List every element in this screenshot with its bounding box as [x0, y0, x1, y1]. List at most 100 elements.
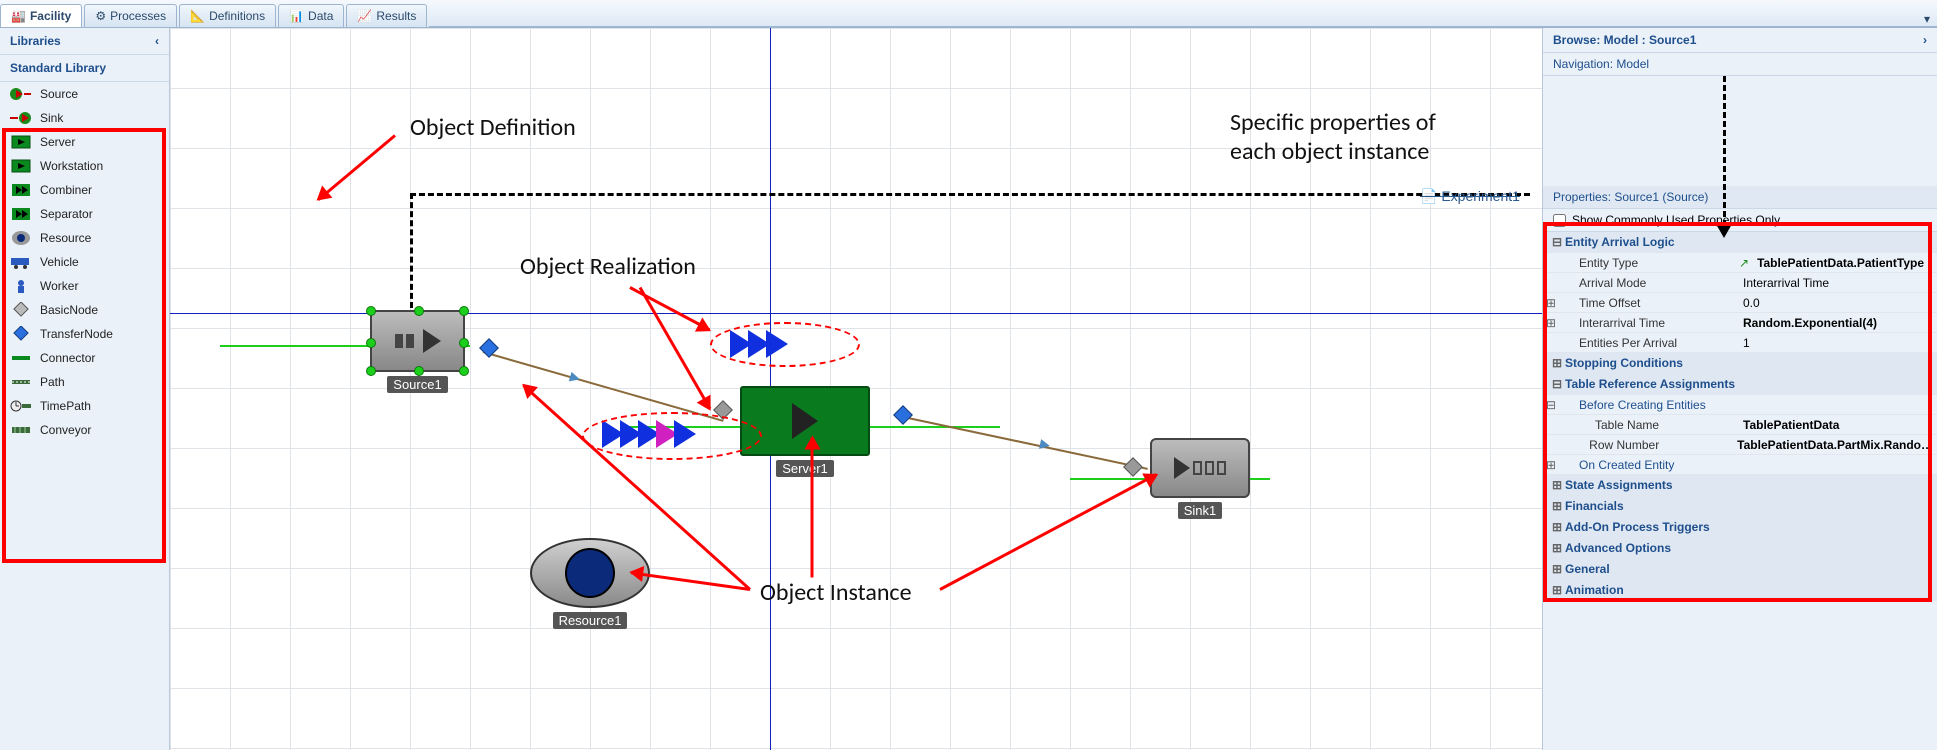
expand-icon[interactable]: ⊞ — [1549, 583, 1565, 597]
lib-path[interactable]: Path — [0, 370, 169, 394]
tabbar-dropdown[interactable]: ▾ — [1917, 12, 1937, 27]
prop-entities-per: Entities Per Arrival — [1559, 334, 1739, 352]
lib-combiner-label: Combiner — [40, 183, 92, 197]
prop-arrival-mode-value[interactable]: Interarrival Time — [1739, 274, 1937, 292]
source-node[interactable]: Source1 — [370, 310, 465, 393]
browse-header[interactable]: Browse: Model : Source1 › — [1543, 28, 1937, 53]
expand-icon[interactable]: ⊞ — [1549, 356, 1565, 370]
prop-row-number-value[interactable]: TablePatientData.PartMix.Rando… — [1733, 436, 1937, 454]
dashed-callout-h — [410, 193, 1530, 196]
libraries-title: Libraries — [10, 34, 61, 48]
show-common-checkbox-row[interactable]: Show Commonly Used Properties Only — [1543, 209, 1937, 232]
source-icon — [10, 86, 32, 102]
navigation-header[interactable]: Navigation: Model — [1543, 53, 1937, 76]
tab-definitions[interactable]: 📐 Definitions — [179, 4, 276, 27]
tab-definitions-label: Definitions — [209, 9, 265, 23]
show-common-label: Show Commonly Used Properties Only — [1572, 213, 1780, 227]
source-label: Source1 — [387, 376, 447, 393]
realization-lower — [602, 420, 696, 448]
lib-source-label: Source — [40, 87, 78, 101]
facility-icon: 🏭 — [11, 9, 26, 23]
prop-table-name-value[interactable]: TablePatientData — [1739, 416, 1937, 434]
properties-grid[interactable]: ⊟Entity Arrival Logic Entity Type↗TableP… — [1543, 232, 1937, 750]
combiner-icon — [10, 182, 32, 198]
lib-combiner[interactable]: Combiner — [0, 178, 169, 202]
libraries-sidebar: Libraries ‹ Standard Library Source Sink… — [0, 28, 170, 750]
resource-label: Resource1 — [553, 612, 628, 629]
prop-row-number: Row Number — [1553, 436, 1733, 454]
section-advanced: Advanced Options — [1565, 541, 1671, 555]
tab-results[interactable]: 📈 Results — [346, 4, 427, 27]
tab-data[interactable]: 📊 Data — [278, 4, 344, 27]
lib-conveyor[interactable]: Conveyor — [0, 418, 169, 442]
collapse-icon[interactable]: ⊟ — [1549, 235, 1565, 249]
tab-processes[interactable]: ⚙ Processes — [84, 4, 177, 27]
basicnode-icon — [10, 302, 32, 318]
lib-separator[interactable]: Separator — [0, 202, 169, 226]
prop-time-offset: Time Offset — [1559, 294, 1739, 312]
expand-icon[interactable]: ⊞ — [1549, 499, 1565, 513]
prop-table-name: Table Name — [1559, 416, 1739, 434]
lib-worker-label: Worker — [40, 279, 78, 293]
lib-vehicle[interactable]: Vehicle — [0, 250, 169, 274]
collapse-icon[interactable]: ⊟ — [1543, 398, 1559, 412]
lib-timepath[interactable]: TimePath — [0, 394, 169, 418]
show-common-checkbox[interactable] — [1553, 214, 1566, 227]
model-canvas[interactable]: Source1 Server1 Sink1 Resource1 — [170, 28, 1542, 750]
definitions-icon: 📐 — [190, 9, 205, 23]
standard-library-section[interactable]: Standard Library — [0, 55, 169, 82]
path2-arrow — [1039, 439, 1051, 451]
section-general: General — [1565, 562, 1610, 576]
path-icon — [10, 374, 32, 390]
experiment-label: 📄 Experiment1 — [1420, 188, 1520, 205]
section-financials: Financials — [1565, 499, 1624, 513]
lib-workstation[interactable]: Workstation — [0, 154, 169, 178]
expand-icon[interactable]: ⊞ — [1549, 562, 1565, 576]
tab-facility[interactable]: 🏭 Facility — [0, 4, 82, 27]
libraries-header[interactable]: Libraries ‹ — [0, 28, 169, 55]
lib-connector[interactable]: Connector — [0, 346, 169, 370]
lib-basicnode-label: BasicNode — [40, 303, 98, 317]
workstation-icon — [10, 158, 32, 174]
lib-worker[interactable]: Worker — [0, 274, 169, 298]
section-stopping: Stopping Conditions — [1565, 356, 1683, 370]
main-tabbar: 🏭 Facility ⚙ Processes 📐 Definitions 📊 D… — [0, 0, 1937, 28]
collapse-icon[interactable]: ⊟ — [1549, 377, 1565, 391]
dashed-arrowhead-icon — [1716, 224, 1732, 238]
lib-source[interactable]: Source — [0, 82, 169, 106]
section-entity-arrival: Entity Arrival Logic — [1565, 235, 1675, 249]
collapse-icon[interactable]: ‹ — [155, 34, 159, 48]
lib-transfernode[interactable]: TransferNode — [0, 322, 169, 346]
lib-server[interactable]: Server — [0, 130, 169, 154]
lib-sink[interactable]: Sink — [0, 106, 169, 130]
expand-icon[interactable]: ⊞ — [1543, 296, 1559, 310]
tab-results-label: Results — [376, 9, 416, 23]
properties-panel: Browse: Model : Source1 › Navigation: Mo… — [1542, 28, 1937, 750]
expand-icon[interactable]: ⊞ — [1543, 458, 1559, 472]
expand-icon[interactable]: ⊞ — [1549, 478, 1565, 492]
conveyor-icon — [10, 422, 32, 438]
expand-icon[interactable]: ⊞ — [1543, 316, 1559, 330]
properties-header: Properties: Source1 (Source) — [1543, 186, 1937, 209]
lib-sink-label: Sink — [40, 111, 63, 125]
section-animation: Animation — [1565, 583, 1624, 597]
processes-icon: ⚙ — [95, 9, 106, 23]
expand-icon[interactable]: ⊞ — [1549, 541, 1565, 555]
chevron-right-icon[interactable]: › — [1923, 33, 1927, 47]
server-icon — [10, 134, 32, 150]
resource-node[interactable]: Resource1 — [530, 538, 650, 629]
data-icon: 📊 — [289, 9, 304, 23]
lib-vehicle-label: Vehicle — [40, 255, 79, 269]
prop-entity-type-value[interactable]: TablePatientData.PatientType — [1753, 254, 1937, 272]
prop-time-offset-value[interactable]: 0.0 — [1739, 294, 1937, 312]
lib-resource[interactable]: Resource — [0, 226, 169, 250]
separator-icon — [10, 206, 32, 222]
lib-basicnode[interactable]: BasicNode — [0, 298, 169, 322]
prop-interarrival: Interarrival Time — [1559, 314, 1739, 332]
transfernode-icon — [10, 326, 32, 342]
prop-interarrival-value[interactable]: Random.Exponential(4) — [1739, 314, 1937, 332]
prop-entities-per-value[interactable]: 1 — [1739, 334, 1937, 352]
server-node[interactable]: Server1 — [740, 386, 870, 477]
expand-icon[interactable]: ⊞ — [1549, 520, 1565, 534]
sink-node[interactable]: Sink1 — [1150, 438, 1250, 519]
